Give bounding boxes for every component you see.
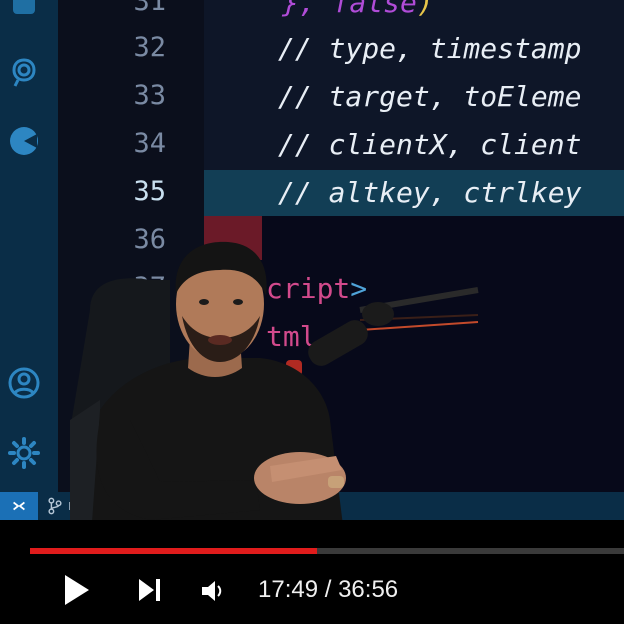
- code-line-35: // altkey, ctrlkey: [278, 176, 582, 209]
- time-separator: /: [318, 576, 339, 603]
- code-line-31: }, false): [282, 0, 434, 19]
- line-number: 34: [133, 128, 166, 159]
- progress-bar-fill: [30, 548, 318, 554]
- time-display: 17:49 / 36:56: [258, 576, 398, 604]
- remote-indicator-button[interactable]: [0, 492, 38, 520]
- settings-gear-icon[interactable]: [7, 436, 41, 470]
- line-number: 33: [133, 80, 166, 111]
- play-icon: [65, 575, 89, 605]
- remote-explorer-icon[interactable]: [7, 56, 41, 90]
- skip-next-icon: [139, 579, 160, 601]
- code-line-32: // type, timestamp: [278, 32, 582, 65]
- line-number: 31: [133, 0, 166, 17]
- live-share-icon[interactable]: [7, 124, 41, 158]
- volume-button[interactable]: [198, 576, 228, 606]
- code-line-33: // target, toEleme: [278, 80, 582, 113]
- line-number-active: 35: [133, 176, 166, 207]
- activity-bar: [0, 0, 58, 492]
- current-time: 17:49: [258, 576, 319, 603]
- presenter-illustration: [70, 241, 479, 550]
- next-button[interactable]: [134, 574, 166, 606]
- video-player-controls: 17:49 / 36:56: [0, 520, 624, 624]
- duration: 36:56: [338, 576, 399, 603]
- extensions-icon[interactable]: [7, 0, 41, 20]
- progress-bar[interactable]: [30, 548, 624, 554]
- remote-icon: [13, 501, 25, 511]
- account-icon[interactable]: [7, 366, 41, 400]
- play-button[interactable]: [58, 572, 94, 608]
- line-number: 32: [133, 32, 166, 63]
- presenter-video: [60, 220, 480, 550]
- volume-icon: [202, 581, 222, 601]
- code-line-34: // clientX, client: [278, 128, 582, 161]
